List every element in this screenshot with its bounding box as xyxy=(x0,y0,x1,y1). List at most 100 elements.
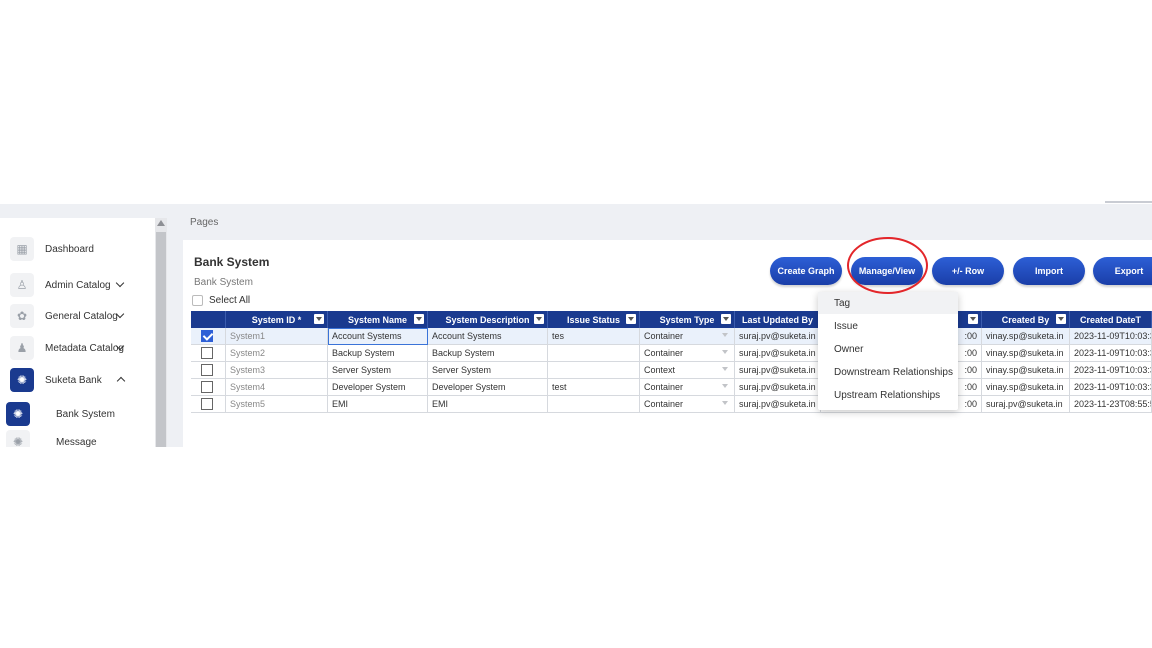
cell-issue-status[interactable] xyxy=(548,396,640,413)
sidebar-item-dashboard[interactable]: ▦ Dashboard xyxy=(10,237,160,261)
manage-view-button[interactable]: Manage/View xyxy=(851,257,923,285)
row-select-cell[interactable] xyxy=(191,345,226,362)
cell-issue-status[interactable]: tes xyxy=(548,328,640,345)
cell-last-updated-by[interactable]: suraj.pv@suketa.in xyxy=(735,345,821,362)
cell-issue-status[interactable] xyxy=(548,362,640,379)
cell-system-id[interactable]: System1 xyxy=(226,328,328,345)
column-menu-icon[interactable] xyxy=(1056,314,1066,324)
cell-created-by[interactable]: suraj.pv@suketa.in xyxy=(982,396,1070,413)
cell-system-name[interactable]: Account Systems xyxy=(328,328,428,345)
scroll-up-icon[interactable] xyxy=(157,220,165,226)
breadcrumb: Pages xyxy=(190,217,219,228)
row-select-cell[interactable] xyxy=(191,379,226,396)
select-all-checkbox[interactable]: Select All xyxy=(192,295,250,306)
sidebar-item-general-catalog[interactable]: ✿ General Catalog xyxy=(10,304,160,328)
column-menu-icon[interactable] xyxy=(626,314,636,324)
checkbox[interactable] xyxy=(201,398,213,410)
cell-last-updated-by[interactable]: suraj.pv@suketa.in xyxy=(735,379,821,396)
checkbox[interactable] xyxy=(201,364,213,376)
cell-system-description[interactable]: Account Systems xyxy=(428,328,548,345)
cell-created-by[interactable]: vinay.sp@suketa.in xyxy=(982,379,1070,396)
header-system-name[interactable]: System Name xyxy=(328,311,428,328)
import-button[interactable]: Import xyxy=(1013,257,1085,285)
scrollbar-thumb[interactable] xyxy=(156,232,166,447)
menu-item-downstream-relationships[interactable]: Downstream Relationships xyxy=(818,361,958,383)
header-last-updated-by[interactable]: Last Updated By xyxy=(735,311,821,328)
cell-last-updated-by[interactable]: suraj.pv@suketa.in xyxy=(735,362,821,379)
cell-system-id[interactable]: System5 xyxy=(226,396,328,413)
cell-system-id[interactable]: System4 xyxy=(226,379,328,396)
sidebar-item-admin-catalog[interactable]: ♙ Admin Catalog xyxy=(10,273,160,297)
cell-created-date[interactable]: 2023-11-09T10:03:3 xyxy=(1070,328,1152,345)
cell-system-description[interactable]: Developer System xyxy=(428,379,548,396)
sidebar-subitem-label: Message xyxy=(56,436,97,448)
checkbox[interactable] xyxy=(201,347,213,359)
header-created-date[interactable]: Created DateT xyxy=(1070,311,1152,328)
cell-last-updated-by[interactable]: suraj.pv@suketa.in xyxy=(735,328,821,345)
sidebar-item-suketa-bank[interactable]: ✺ Suketa Bank xyxy=(10,368,160,392)
cell-created-date[interactable]: 2023-11-09T10:03:3 xyxy=(1070,362,1152,379)
cell-system-id[interactable]: System3 xyxy=(226,362,328,379)
system-icon: ✺ xyxy=(6,402,30,426)
header-system-description[interactable]: System Description xyxy=(428,311,548,328)
cell-system-type[interactable]: Container xyxy=(640,328,735,345)
cell-system-type[interactable]: Container xyxy=(640,345,735,362)
column-menu-icon[interactable] xyxy=(534,314,544,324)
menu-item-owner[interactable]: Owner xyxy=(818,338,958,360)
cell-system-name[interactable]: Server System xyxy=(328,362,428,379)
row-select-cell[interactable] xyxy=(191,328,226,345)
screenshot-stage: ▦ Dashboard ♙ Admin Catalog ✿ General Ca… xyxy=(0,0,1152,648)
header-select-cell xyxy=(191,311,226,328)
menu-item-tag[interactable]: Tag xyxy=(818,292,958,314)
create-graph-button[interactable]: Create Graph xyxy=(770,257,842,285)
menu-item-upstream-relationships[interactable]: Upstream Relationships xyxy=(818,384,958,406)
cell-created-by[interactable]: vinay.sp@suketa.in xyxy=(982,362,1070,379)
column-menu-icon[interactable] xyxy=(414,314,424,324)
chevron-down-icon xyxy=(115,278,125,288)
sidebar-subitem-bank-system[interactable]: ✺ Bank System xyxy=(6,402,156,426)
cell-issue-status[interactable]: test xyxy=(548,379,640,396)
header-issue-status[interactable]: Issue Status xyxy=(548,311,640,328)
checkbox[interactable] xyxy=(201,381,213,393)
cell-created-date[interactable]: 2023-11-09T10:03:3 xyxy=(1070,379,1152,396)
export-button[interactable]: Export xyxy=(1093,257,1152,285)
top-divider xyxy=(1105,201,1152,203)
chevron-down-icon[interactable] xyxy=(722,401,728,405)
chevron-down-icon[interactable] xyxy=(722,350,728,354)
sidebar-item-metadata-catalog[interactable]: ♟ Metadata Catalog xyxy=(10,336,160,360)
checkbox[interactable] xyxy=(192,295,203,306)
header-system-id[interactable]: System ID * xyxy=(226,311,328,328)
cell-issue-status[interactable] xyxy=(548,345,640,362)
cell-system-type[interactable]: Context xyxy=(640,362,735,379)
column-menu-icon[interactable] xyxy=(314,314,324,324)
cell-created-date[interactable]: 2023-11-23T08:55:5 xyxy=(1070,396,1152,413)
chevron-down-icon[interactable] xyxy=(722,333,728,337)
cell-last-updated-by[interactable]: suraj.pv@suketa.in xyxy=(735,396,821,413)
cell-system-id[interactable]: System2 xyxy=(226,345,328,362)
chevron-down-icon[interactable] xyxy=(722,384,728,388)
sidebar-subitem-message[interactable]: ✺ Message xyxy=(6,430,156,447)
cell-system-name[interactable]: Developer System xyxy=(328,379,428,396)
cell-created-by[interactable]: vinay.sp@suketa.in xyxy=(982,328,1070,345)
row-select-cell[interactable] xyxy=(191,396,226,413)
row-select-cell[interactable] xyxy=(191,362,226,379)
cell-created-by[interactable]: vinay.sp@suketa.in xyxy=(982,345,1070,362)
cell-system-description[interactable]: Backup System xyxy=(428,345,548,362)
column-menu-icon[interactable] xyxy=(968,314,978,324)
sidebar-scrollbar[interactable] xyxy=(155,218,167,447)
checkbox[interactable] xyxy=(201,330,213,342)
cell-created-date[interactable]: 2023-11-09T10:03:3 xyxy=(1070,345,1152,362)
add-remove-row-button[interactable]: +/- Row xyxy=(932,257,1004,285)
menu-item-issue[interactable]: Issue xyxy=(818,315,958,337)
header-system-type[interactable]: System Type xyxy=(640,311,735,328)
cell-system-type[interactable]: Container xyxy=(640,379,735,396)
cell-system-description[interactable]: EMI xyxy=(428,396,548,413)
sidebar-item-label: Metadata Catalog xyxy=(45,342,124,354)
cell-system-description[interactable]: Server System xyxy=(428,362,548,379)
cell-system-name[interactable]: Backup System xyxy=(328,345,428,362)
chevron-down-icon[interactable] xyxy=(722,367,728,371)
cell-system-type[interactable]: Container xyxy=(640,396,735,413)
cell-system-name[interactable]: EMI xyxy=(328,396,428,413)
column-menu-icon[interactable] xyxy=(721,314,731,324)
header-created-by[interactable]: Created By xyxy=(982,311,1070,328)
